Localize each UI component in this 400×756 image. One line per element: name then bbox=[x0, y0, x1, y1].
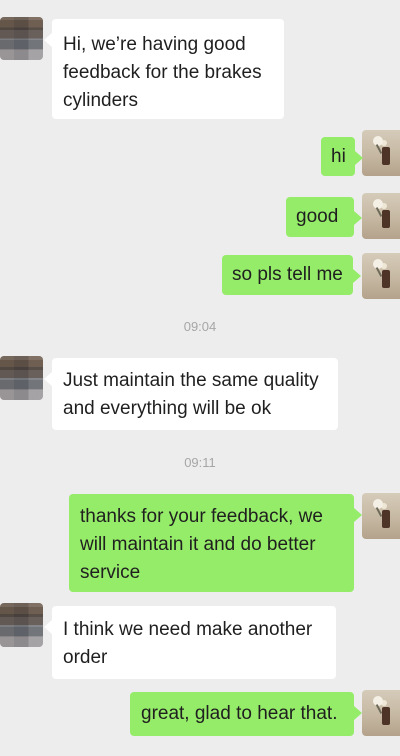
incoming-message-bubble: Hi, we’re having good feedback for the b… bbox=[44, 19, 284, 119]
outgoing-message-text: good bbox=[296, 206, 339, 227]
outgoing-message-text: thanks for your feedback, we will mainta… bbox=[80, 506, 323, 583]
outgoing-message-text: great, glad to hear that. bbox=[141, 703, 338, 724]
incoming-message-bubble: I think we need make another order bbox=[44, 606, 336, 679]
incoming-message-text: Hi, we’re having good feedback for the b… bbox=[63, 34, 262, 111]
avatar-image bbox=[373, 199, 390, 228]
avatar-image bbox=[373, 696, 390, 725]
avatar-image bbox=[373, 136, 390, 165]
user-avatar[interactable] bbox=[362, 130, 400, 176]
incoming-message-text: Just maintain the same quality and every… bbox=[63, 370, 319, 419]
outgoing-message-bubble: thanks for your feedback, we will mainta… bbox=[69, 494, 362, 592]
user-avatar[interactable] bbox=[362, 690, 400, 736]
user-avatar[interactable] bbox=[362, 193, 400, 239]
user-avatar[interactable] bbox=[362, 253, 400, 299]
avatar-image bbox=[373, 259, 390, 288]
user-avatar[interactable] bbox=[362, 493, 400, 539]
message-timestamp: 09:11 bbox=[184, 455, 216, 470]
outgoing-message-bubble: good bbox=[286, 197, 362, 237]
outgoing-message-text: hi bbox=[331, 146, 346, 167]
outgoing-message-text: so pls tell me bbox=[232, 264, 343, 285]
message-timestamp: 09:04 bbox=[183, 319, 217, 334]
incoming-message-text: I think we need make another order bbox=[63, 619, 313, 668]
contact-avatar[interactable] bbox=[0, 356, 43, 400]
outgoing-message-bubble: great, glad to hear that. bbox=[130, 692, 362, 736]
outgoing-message-bubble: so pls tell me bbox=[222, 255, 361, 295]
contact-avatar[interactable] bbox=[0, 603, 43, 647]
contact-avatar[interactable] bbox=[0, 17, 43, 60]
avatar-image bbox=[373, 499, 390, 528]
incoming-message-bubble: Just maintain the same quality and every… bbox=[44, 358, 338, 430]
outgoing-message-bubble: hi bbox=[321, 137, 363, 176]
